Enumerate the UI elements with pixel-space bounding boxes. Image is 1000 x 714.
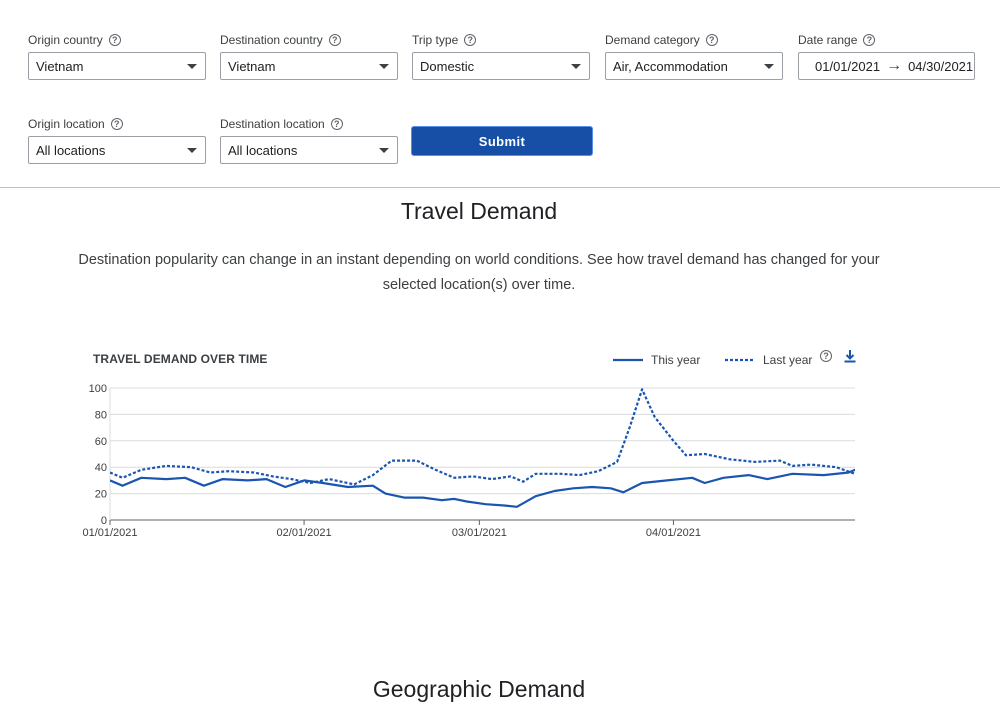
caret-down-icon (187, 64, 197, 69)
description-line-2: selected location(s) over time. (382, 277, 576, 293)
y-tick-label: 60 (95, 436, 107, 448)
y-tick-label: 100 (89, 383, 107, 395)
destination-country-select[interactable]: Vietnam (220, 52, 398, 80)
y-tick-label: 80 (95, 409, 107, 421)
help-circle-icon[interactable]: ? (705, 34, 718, 46)
section-divider (0, 187, 1000, 188)
help-circle-icon[interactable]: ? (328, 34, 341, 46)
destination-location-select[interactable]: All locations (220, 136, 398, 164)
origin-location-label: Origin location (28, 117, 105, 131)
destination-location-value: All locations (228, 142, 298, 158)
trip-type-select[interactable]: Domestic (412, 52, 590, 80)
date-range-filter: Date range? 01/01/2021 → 04/30/2021 (798, 32, 975, 80)
demand-category-value: Air, Accommodation (613, 58, 728, 74)
legend-this-year-label: This year (651, 353, 701, 367)
date-range-picker[interactable]: 01/01/2021 → 04/30/2021 (798, 52, 975, 80)
help-circle-icon[interactable]: ? (330, 118, 343, 130)
destination-location-filter: Destination location? All locations (220, 116, 398, 164)
destination-country-label: Destination country (220, 33, 323, 47)
arrow-right-icon: → (886, 57, 903, 74)
trip-type-label: Trip type (412, 33, 459, 47)
help-circle-icon[interactable]: ? (464, 34, 477, 46)
origin-country-select[interactable]: Vietnam (28, 52, 206, 80)
series-line-this-year (110, 468, 855, 508)
caret-down-icon (571, 64, 581, 69)
date-range-end: 04/30/2021 (908, 58, 974, 74)
origin-location-select[interactable]: All locations (28, 136, 206, 164)
destination-country-filter: Destination country? Vietnam (220, 32, 398, 80)
help-circle-icon[interactable]: ? (820, 350, 832, 362)
destination-country-value: Vietnam (228, 58, 276, 74)
legend-last-year-label: Last year (763, 353, 813, 367)
legend-last-year[interactable]: Last year (725, 353, 812, 367)
x-tick-label: 03/01/2021 (452, 527, 507, 539)
demand-category-label: Demand category (605, 33, 700, 47)
legend-solid-swatch (613, 358, 643, 362)
caret-down-icon (764, 64, 774, 69)
legend-this-year[interactable]: This year (613, 353, 700, 367)
caret-down-icon (187, 148, 197, 153)
submit-button[interactable]: Submit (411, 126, 593, 156)
legend-dashed-swatch (725, 358, 755, 362)
section-title: Travel Demand (400, 198, 558, 224)
origin-location-value: All locations (36, 142, 106, 158)
help-circle-icon[interactable]: ? (863, 34, 876, 46)
caret-down-icon (379, 64, 389, 69)
origin-location-filter: Origin location? All locations (28, 116, 206, 164)
demand-category-filter: Demand category? Air, Accommodation (605, 32, 783, 80)
demand-category-select[interactable]: Air, Accommodation (605, 52, 783, 80)
description-line-1: Destination popularity can change in an … (78, 252, 880, 268)
x-tick-label: 01/01/2021 (82, 527, 137, 539)
chart-title: TRAVEL DEMAND OVER TIME (93, 352, 268, 366)
help-circle-icon[interactable]: ? (108, 34, 121, 46)
trip-type-value: Domestic (420, 58, 475, 74)
y-tick-label: 40 (95, 462, 107, 474)
x-tick-label: 02/01/2021 (277, 527, 332, 539)
section-description: Destination popularity can change in an … (70, 248, 888, 298)
series-line-last-year (110, 388, 855, 486)
help-circle-icon[interactable]: ? (110, 118, 123, 130)
x-tick-label: 04/01/2021 (646, 527, 701, 539)
download-icon[interactable] (843, 348, 857, 364)
date-range-label: Date range (798, 33, 858, 47)
trip-type-filter: Trip type? Domestic (412, 32, 590, 80)
destination-location-label: Destination location (220, 117, 325, 131)
origin-country-value: Vietnam (36, 58, 84, 74)
caret-down-icon (379, 148, 389, 153)
origin-country-filter: Origin country? Vietnam (28, 32, 206, 80)
origin-country-label: Origin country (28, 33, 103, 47)
y-tick-label: 20 (95, 489, 107, 501)
geographic-demand-title: Geographic Demand (372, 676, 586, 702)
y-tick-label: 0 (101, 515, 107, 527)
date-range-start: 01/01/2021 (815, 58, 881, 74)
